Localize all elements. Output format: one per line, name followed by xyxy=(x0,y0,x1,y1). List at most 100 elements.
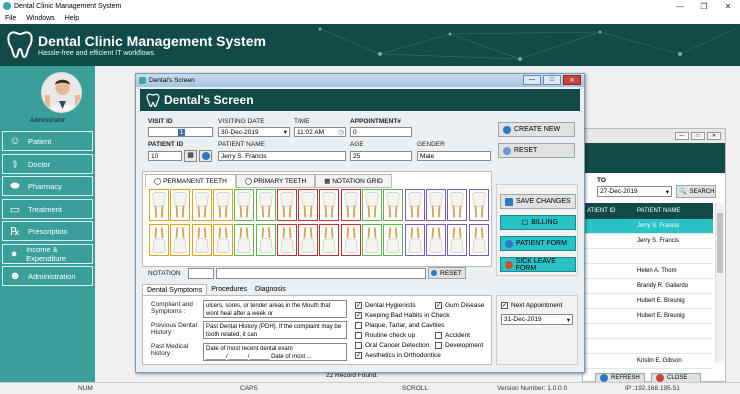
search-button[interactable]: 🔍 SEARCH xyxy=(676,185,716,198)
tooth-upper-16[interactable] xyxy=(468,189,489,221)
minimize-icon[interactable]: — xyxy=(523,75,541,85)
vertical-scrollbar[interactable] xyxy=(715,203,724,363)
sick-leave-button[interactable]: SICK LEAVE FORM xyxy=(500,257,576,272)
tooth-lower-5[interactable] xyxy=(234,224,255,256)
tooth-lower-8[interactable] xyxy=(298,224,319,256)
tab-primary-teeth[interactable]: ◯ PRIMARY TEETH xyxy=(235,174,316,188)
tooth-lower-1[interactable] xyxy=(149,224,169,256)
close-icon[interactable]: ✕ xyxy=(563,75,581,85)
tooth-upper-15[interactable] xyxy=(447,189,468,221)
sidebar-item-pharmacy[interactable]: ⬬ Pharmacy xyxy=(2,176,93,196)
next-appointment-checkbox[interactable]: ✓ Next Appointment xyxy=(501,302,562,309)
previous-history-textarea[interactable]: Past Dental History (PDH). If the compla… xyxy=(203,321,347,339)
tooth-lower-4[interactable] xyxy=(212,224,233,256)
tooth-upper-5[interactable] xyxy=(234,189,255,221)
tooth-upper-8[interactable] xyxy=(298,189,319,221)
minimize-icon[interactable]: — xyxy=(675,132,689,140)
tooth-lower-6[interactable] xyxy=(255,224,276,256)
lookup-button[interactable] xyxy=(199,150,212,162)
table-row[interactable] xyxy=(583,324,713,339)
symptom-checkbox[interactable]: ✓ Aesthetics in Orthodontice xyxy=(355,352,441,359)
compliant-textarea[interactable]: ulcers, sores, or tender areas in the Mo… xyxy=(203,300,347,318)
tooth-upper-9[interactable] xyxy=(319,189,340,221)
tooth-upper-12[interactable] xyxy=(383,189,404,221)
restore-icon[interactable]: □ xyxy=(691,132,705,140)
notation-code-field[interactable] xyxy=(188,268,214,279)
menu-help[interactable]: Help xyxy=(60,15,84,22)
gender-field[interactable]: Male xyxy=(417,151,491,161)
time-picker[interactable]: 11:02 AM ◷ xyxy=(294,127,346,137)
sidebar-item-prescription[interactable]: ℞ Prescription xyxy=(2,221,93,241)
next-appointment-date[interactable]: 31-Dec-2019 ▾ xyxy=(501,314,573,325)
minimize-icon[interactable]: — xyxy=(668,0,692,12)
restore-icon[interactable]: ❐ xyxy=(692,0,716,12)
table-row[interactable]: Brandy R. Gallardo xyxy=(583,279,713,294)
visiting-date-picker[interactable]: 30-Dec-2019 ▾ xyxy=(218,127,290,137)
age-field[interactable]: 25 xyxy=(350,151,412,161)
billing-button[interactable]: ☐ BILLING xyxy=(500,215,576,230)
appointment-field[interactable]: 0 xyxy=(350,127,412,137)
calendar-icon[interactable]: ▦ xyxy=(184,150,197,162)
table-row[interactable] xyxy=(583,339,713,354)
tooth-upper-13[interactable] xyxy=(404,189,425,221)
sidebar-item-patient[interactable]: ☺ Patient xyxy=(2,131,93,151)
past-medical-textarea[interactable]: Date of most recent dental exam ______/_… xyxy=(203,343,347,361)
tooth-lower-11[interactable] xyxy=(362,224,382,256)
sidebar-item-treatment[interactable]: ▭ Treatment xyxy=(2,199,93,219)
table-row[interactable]: Kristin E. Gibson xyxy=(583,354,713,369)
restore-icon[interactable]: □ xyxy=(543,75,561,85)
tooth-lower-12[interactable] xyxy=(383,224,404,256)
menu-file[interactable]: File xyxy=(0,15,21,22)
tooth-lower-9[interactable] xyxy=(319,224,340,256)
menu-windows[interactable]: Windows xyxy=(21,15,59,22)
tab-permanent-teeth[interactable]: ◯ PERMANENT TEETH xyxy=(145,174,236,188)
tooth-lower-2[interactable] xyxy=(170,224,191,256)
symptom-checkbox[interactable]: Oral Cancer Detection xyxy=(355,342,429,349)
close-icon[interactable]: ✕ xyxy=(716,0,740,12)
table-row[interactable]: Helen A. Thom xyxy=(583,264,713,279)
tooth-lower-14[interactable] xyxy=(425,224,446,256)
tooth-lower-16[interactable] xyxy=(468,224,489,256)
table-row[interactable] xyxy=(583,249,713,264)
patient-form-button[interactable]: PATIENT FORM xyxy=(500,236,576,251)
tooth-upper-7[interactable] xyxy=(276,189,297,221)
symptom-checkbox[interactable]: ✓ Dental Hygienists xyxy=(355,302,416,309)
sidebar-item-doctor[interactable]: ⚕ Doctor xyxy=(2,154,93,174)
symptom-checkbox[interactable]: Development xyxy=(435,342,483,349)
notation-text-field[interactable] xyxy=(216,268,426,279)
tooth-upper-1[interactable] xyxy=(149,189,169,221)
tooth-upper-2[interactable] xyxy=(170,189,191,221)
visit-id-field[interactable]: 1 xyxy=(148,127,213,137)
tab-notation-grid[interactable]: ▦ NOTATION GRID xyxy=(315,174,392,188)
sidebar-item-income[interactable]: ● Income & Expenditure xyxy=(2,244,93,264)
tooth-lower-15[interactable] xyxy=(447,224,468,256)
patient-id-field[interactable]: 10 xyxy=(148,151,182,161)
tooth-lower-3[interactable] xyxy=(191,224,212,256)
symptom-checkbox[interactable]: Plaque, Tartar, and Cavities xyxy=(355,322,444,329)
table-row[interactable]: Jerry S. Francis xyxy=(583,234,713,249)
table-row[interactable]: Hubert E. Breunig xyxy=(583,309,713,324)
symptom-checkbox[interactable]: ✓ Keeping Bad Habits in Check xyxy=(355,312,450,319)
symptom-checkbox[interactable]: Routine check up xyxy=(355,332,415,339)
tooth-upper-6[interactable] xyxy=(255,189,276,221)
tooth-upper-10[interactable] xyxy=(340,189,361,221)
tooth-upper-4[interactable] xyxy=(212,189,233,221)
symptom-checkbox[interactable]: ✓ Gum Disease xyxy=(435,302,484,309)
reset-button[interactable]: RESET xyxy=(498,143,575,158)
save-changes-button[interactable]: SAVE CHANGES xyxy=(500,194,576,209)
tooth-upper-11[interactable] xyxy=(362,189,382,221)
tooth-upper-3[interactable] xyxy=(191,189,212,221)
sidebar-item-administration[interactable]: ☻ Administration xyxy=(2,266,93,286)
notation-reset-button[interactable]: RESET xyxy=(428,267,466,279)
tooth-lower-7[interactable] xyxy=(276,224,297,256)
patient-name-field[interactable]: Jerry S. Francis xyxy=(218,151,346,161)
close-icon[interactable]: ✕ xyxy=(707,132,721,140)
to-date-picker[interactable]: 27-Dec-2019 ▾ xyxy=(597,186,672,197)
tooth-upper-14[interactable] xyxy=(425,189,446,221)
table-row[interactable]: Jerry S. Francis xyxy=(583,219,713,234)
tooth-lower-13[interactable] xyxy=(404,224,425,256)
symptom-checkbox[interactable]: Accident xyxy=(435,332,470,339)
table-row[interactable]: Hubert E. Breunig xyxy=(583,294,713,309)
create-new-button[interactable]: CREATE NEW xyxy=(498,122,575,137)
tooth-lower-10[interactable] xyxy=(340,224,361,256)
